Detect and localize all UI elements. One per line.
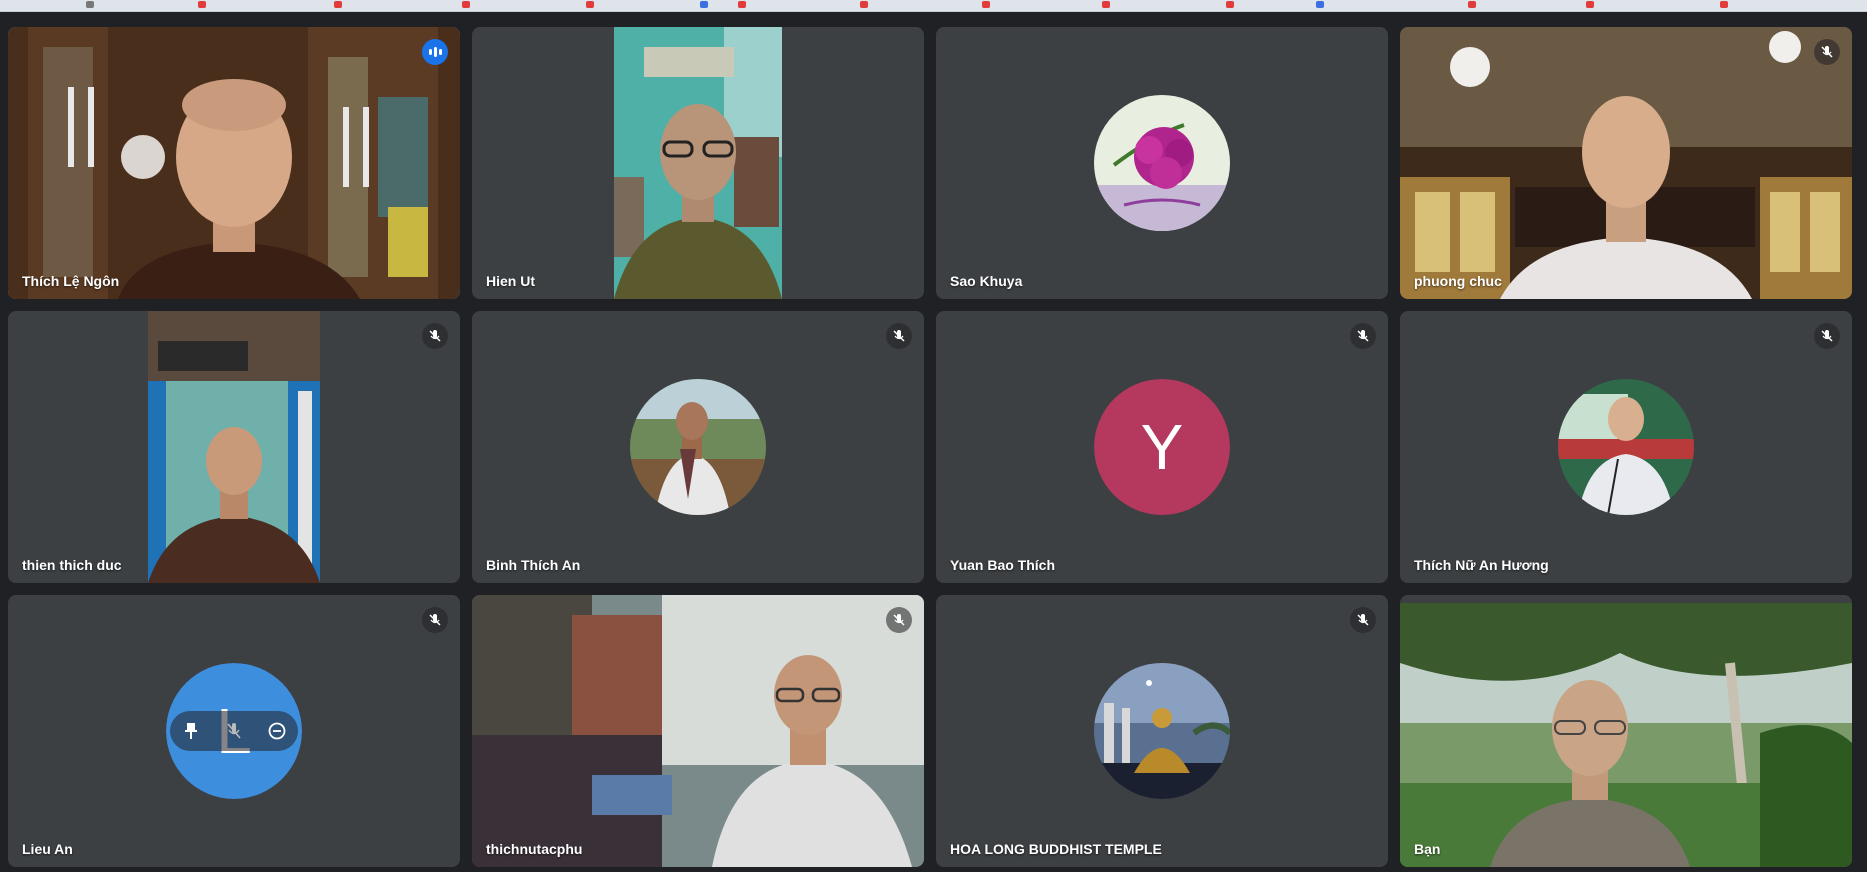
participant-name: Thích Lệ Ngôn <box>22 273 120 289</box>
participant-tile-11[interactable]: HOA LONG BUDDHIST TEMPLE <box>936 595 1388 867</box>
participant-tile-10[interactable]: thichnutacphu <box>472 595 924 867</box>
audio-level-icon <box>422 39 448 65</box>
participant-name: Yuan Bao Thích <box>950 557 1056 573</box>
mute-icon[interactable] <box>219 716 249 746</box>
participant-video <box>1400 27 1852 299</box>
participant-tile-8[interactable]: Thích Nữ An Hương <box>1400 311 1852 583</box>
participant-name: Bạn <box>1414 841 1441 857</box>
participant-tile-3[interactable]: Sao Khuya <box>936 27 1388 299</box>
participant-avatar <box>1094 95 1230 231</box>
participant-name: HOA LONG BUDDHIST TEMPLE <box>950 841 1162 857</box>
participant-tile-7[interactable]: Y Yuan Bao Thích <box>936 311 1388 583</box>
participant-tile-9[interactable]: L Lieu An <box>8 595 460 867</box>
mic-off-icon <box>1350 323 1376 349</box>
mic-off-icon <box>422 323 448 349</box>
mic-off-icon <box>1814 39 1840 65</box>
participant-name: Hien Ut <box>486 273 535 289</box>
mic-off-icon <box>1350 607 1376 633</box>
mic-off-icon <box>422 607 448 633</box>
participant-video <box>614 27 782 299</box>
pin-icon[interactable] <box>176 716 206 746</box>
participant-avatar <box>630 379 766 515</box>
participant-name: Lieu An <box>22 841 73 857</box>
participant-grid: Thích Lệ Ngôn Hien Ut Sao Khuya phuong c… <box>8 27 1852 867</box>
participant-name: thichnutacphu <box>486 841 583 857</box>
participant-tile-2[interactable]: Hien Ut <box>472 27 924 299</box>
mic-off-icon <box>886 607 912 633</box>
mic-off-icon <box>886 323 912 349</box>
remove-icon[interactable] <box>262 716 292 746</box>
browser-bookmarks-strip <box>0 0 1867 12</box>
participant-video <box>1400 603 1852 867</box>
participant-avatar: Y <box>1094 379 1230 515</box>
mic-off-icon <box>1814 323 1840 349</box>
participant-avatar <box>1094 663 1230 799</box>
avatar-letter: Y <box>1094 379 1230 515</box>
participant-name: Thích Nữ An Hương <box>1414 557 1549 573</box>
participant-name: phuong chuc <box>1414 273 1502 289</box>
participant-name: Binh Thích An <box>486 557 581 573</box>
tile-hover-controls <box>170 711 298 751</box>
participant-video <box>472 595 924 867</box>
participant-tile-12[interactable]: Bạn <box>1400 595 1852 867</box>
participant-tile-4[interactable]: phuong chuc <box>1400 27 1852 299</box>
participant-name: thien thich duc <box>22 557 122 573</box>
participant-tile-1[interactable]: Thích Lệ Ngôn <box>8 27 460 299</box>
participant-tile-5[interactable]: thien thich duc <box>8 311 460 583</box>
participant-video <box>148 311 320 583</box>
participant-avatar <box>1558 379 1694 515</box>
participant-tile-6[interactable]: Binh Thích An <box>472 311 924 583</box>
participant-name: Sao Khuya <box>950 273 1023 289</box>
participant-video <box>8 27 460 299</box>
